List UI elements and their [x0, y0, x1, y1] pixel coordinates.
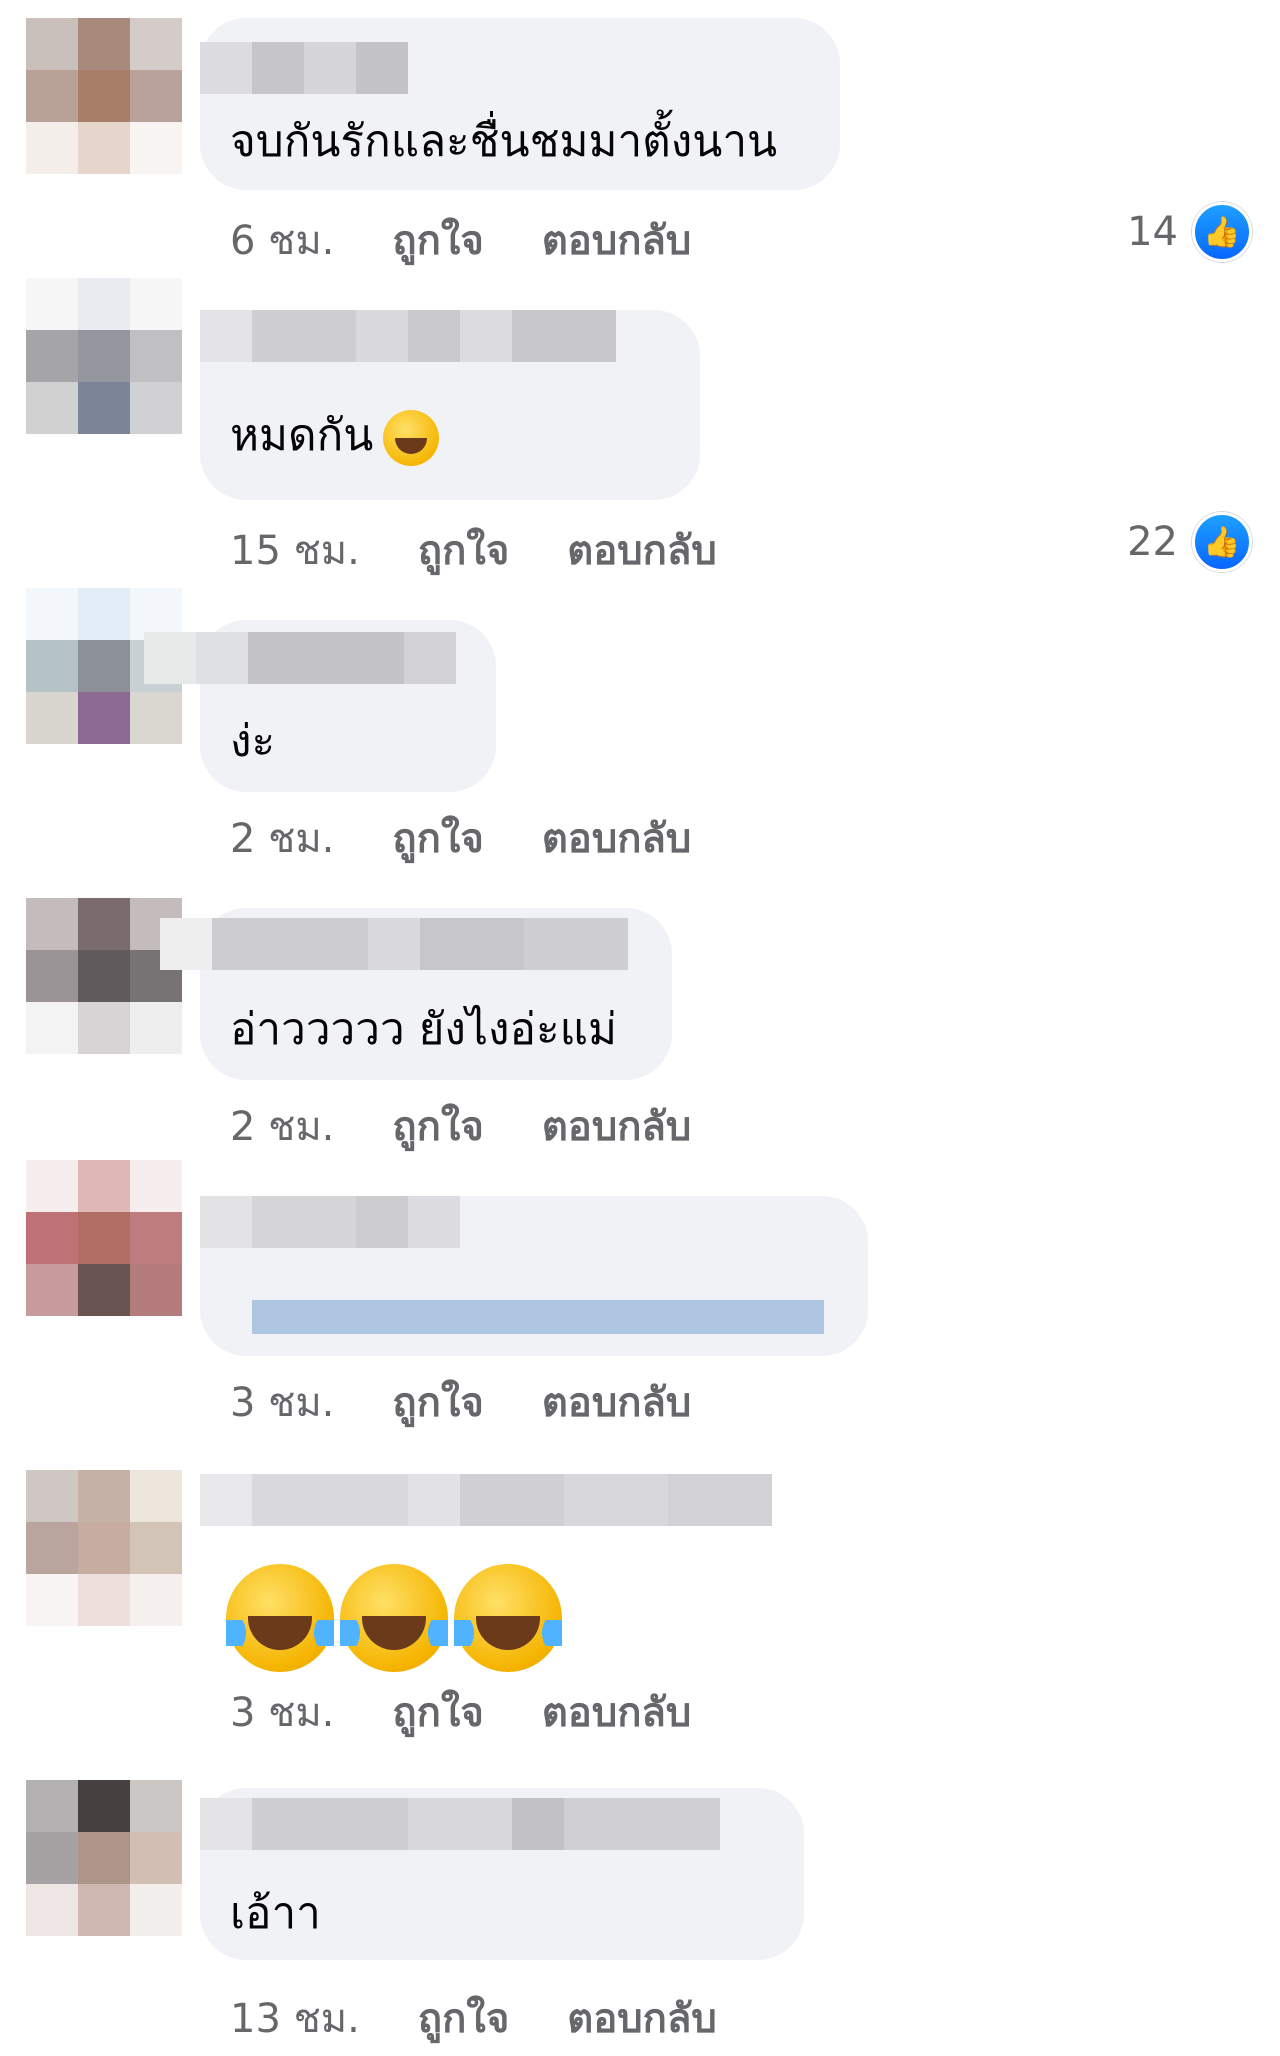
comment-bubble: ง่ะ [144, 620, 496, 792]
comment-meta: 3 ชม. ถูกใจ ตอบกลับ [230, 1370, 691, 1434]
reaction-count: 22 [1127, 519, 1178, 565]
comment-time[interactable]: 3 ชม. [230, 1680, 334, 1744]
face-with-tears-of-joy-icon [454, 1564, 562, 1672]
avatar[interactable] [26, 1470, 182, 1626]
comment-time[interactable]: 15 ชม. [230, 518, 360, 582]
like-button[interactable]: ถูกใจ [392, 208, 483, 272]
reaction-summary[interactable]: 14 👍 [1127, 202, 1252, 262]
author-name-blurred[interactable] [200, 1798, 720, 1850]
emoji-sticker-row [226, 1564, 562, 1672]
comment-text: จบกันรักและชื่นชมมาตั้งนาน [230, 116, 778, 167]
reply-button[interactable]: ตอบกลับ [542, 1680, 692, 1744]
reply-button[interactable]: ตอบกลับ [567, 518, 717, 582]
comment-meta: 3 ชม. ถูกใจ ตอบกลับ [230, 1680, 691, 1744]
comment-text: หมดกัน [230, 406, 440, 466]
comment-time[interactable]: 2 ชม. [230, 806, 334, 870]
like-button[interactable]: ถูกใจ [392, 1680, 483, 1744]
comment-text: อ่าววววว ยังไงอ่ะแม่ [230, 1004, 617, 1055]
comment-bubble [200, 1196, 868, 1356]
comment-meta: 15 ชม. ถูกใจ ตอบกลับ [230, 518, 717, 582]
avatar[interactable] [26, 18, 182, 174]
avatar[interactable] [26, 898, 182, 1054]
comment-meta: 13 ชม. ถูกใจ ตอบกลับ [230, 1986, 717, 2050]
comment-time[interactable]: 13 ชม. [230, 1986, 360, 2050]
comment-text: เอ้าา [230, 1888, 321, 1939]
comment-text: ง่ะ [230, 716, 276, 767]
reply-button[interactable]: ตอบกลับ [542, 1370, 692, 1434]
like-button[interactable]: ถูกใจ [418, 518, 509, 582]
like-button[interactable]: ถูกใจ [418, 1986, 509, 2050]
comment-bubble: เอ้าา [200, 1788, 804, 1960]
comment-time[interactable]: 6 ชม. [230, 208, 334, 272]
reply-button[interactable]: ตอบกลับ [542, 1094, 692, 1158]
author-name-blurred[interactable] [200, 1196, 460, 1248]
author-name-blurred[interactable] [200, 1474, 772, 1526]
grinning-squinting-face-icon [383, 410, 440, 466]
author-name-blurred[interactable] [160, 918, 628, 970]
comment-meta: 2 ชม. ถูกใจ ตอบกลับ [230, 806, 691, 870]
comment-time[interactable]: 2 ชม. [230, 1094, 334, 1158]
like-button[interactable]: ถูกใจ [392, 1370, 483, 1434]
face-with-tears-of-joy-icon [340, 1564, 448, 1672]
link-preview-blurred[interactable] [252, 1300, 824, 1334]
like-button[interactable]: ถูกใจ [392, 806, 483, 870]
thumbs-up-icon: 👍 [1192, 202, 1252, 262]
face-with-tears-of-joy-icon [226, 1564, 334, 1672]
comment-meta: 6 ชม. ถูกใจ ตอบกลับ [230, 208, 691, 272]
avatar[interactable] [26, 1160, 182, 1316]
comment-bubble: หมดกัน [200, 310, 700, 500]
comment-bubble: จบกันรักและชื่นชมมาตั้งนาน [200, 18, 840, 190]
author-name-blurred[interactable] [200, 42, 408, 94]
reply-button[interactable]: ตอบกลับ [542, 806, 692, 870]
author-name-blurred[interactable] [200, 310, 616, 362]
reaction-count: 14 [1127, 209, 1178, 255]
like-button[interactable]: ถูกใจ [392, 1094, 483, 1158]
comment-meta: 2 ชม. ถูกใจ ตอบกลับ [230, 1094, 691, 1158]
author-name-blurred[interactable] [144, 632, 456, 684]
avatar[interactable] [26, 1780, 182, 1936]
thumbs-up-icon: 👍 [1192, 512, 1252, 572]
comment-time[interactable]: 3 ชม. [230, 1370, 334, 1434]
reply-button[interactable]: ตอบกลับ [542, 208, 692, 272]
avatar[interactable] [26, 278, 182, 434]
reply-button[interactable]: ตอบกลับ [567, 1986, 717, 2050]
reaction-summary[interactable]: 22 👍 [1127, 512, 1252, 572]
comment-bubble: อ่าววววว ยังไงอ่ะแม่ [160, 908, 672, 1080]
